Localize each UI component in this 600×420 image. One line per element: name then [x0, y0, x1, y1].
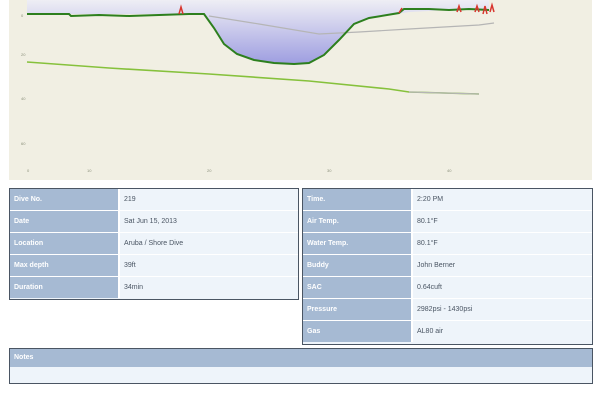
row-date: Date Sat Jun 15, 2013: [10, 211, 298, 233]
buddy-label: Buddy: [303, 255, 413, 276]
tank-pressure-line: [26, 61, 480, 95]
duration-label: Duration: [10, 277, 120, 298]
sac-value: 0.64cuft: [413, 277, 592, 298]
y-scale-40: 40: [21, 96, 26, 101]
x-scale-30: 30: [327, 168, 332, 173]
row-water-temp: Water Temp. 80.1°F: [303, 233, 592, 255]
time-label: Time.: [303, 189, 413, 210]
time-value: 2:20 PM: [413, 189, 592, 210]
water-temp-value: 80.1°F: [413, 233, 592, 254]
y-scale-0: 0: [21, 13, 24, 18]
dive-no-label: Dive No.: [10, 189, 120, 210]
notes-label: Notes: [10, 349, 592, 367]
location-value: Aruba / Shore Dive: [120, 233, 298, 254]
row-dive-no: Dive No. 219: [10, 189, 298, 211]
row-duration: Duration 34min: [10, 277, 298, 298]
air-temp-label: Air Temp.: [303, 211, 413, 232]
x-scale-40: 40: [447, 168, 452, 173]
row-gas: Gas AL80 air: [303, 321, 592, 342]
y-scale-60: 60: [21, 141, 26, 146]
dive-details-left: Dive No. 219 Date Sat Jun 15, 2013 Locat…: [9, 188, 299, 300]
date-value: Sat Jun 15, 2013: [120, 211, 298, 232]
x-scale-20: 20: [207, 168, 212, 173]
date-label: Date: [10, 211, 120, 232]
max-depth-label: Max depth: [10, 255, 120, 276]
row-sac: SAC 0.64cuft: [303, 277, 592, 299]
sac-label: SAC: [303, 277, 413, 298]
pressure-label: Pressure: [303, 299, 413, 320]
notes-panel: Notes: [9, 348, 593, 384]
pressure-value: 2982psi - 1430psi: [413, 299, 592, 320]
x-scale-0: 0: [27, 168, 30, 173]
y-scale-20: 20: [21, 52, 26, 57]
dive-details-right: Time. 2:20 PM Air Temp. 80.1°F Water Tem…: [302, 188, 593, 345]
duration-value: 34min: [120, 277, 298, 298]
max-depth-value: 39ft: [120, 255, 298, 276]
row-location: Location Aruba / Shore Dive: [10, 233, 298, 255]
row-buddy: Buddy John Berner: [303, 255, 592, 277]
buddy-value: John Berner: [413, 255, 592, 276]
dive-profile-svg: 0 20 40 60 0 10 20 30 40: [21, 0, 495, 173]
location-label: Location: [10, 233, 120, 254]
gas-value: AL80 air: [413, 321, 592, 342]
row-time: Time. 2:20 PM: [303, 189, 592, 211]
row-air-temp: Air Temp. 80.1°F: [303, 211, 592, 233]
notes-body: [10, 367, 592, 382]
row-max-depth: Max depth 39ft: [10, 255, 298, 277]
water-temp-label: Water Temp.: [303, 233, 413, 254]
dive-profile-chart: 0 20 40 60 0 10 20 30 40: [9, 0, 592, 180]
row-pressure: Pressure 2982psi - 1430psi: [303, 299, 592, 321]
dive-no-value: 219: [120, 189, 298, 210]
air-temp-value: 80.1°F: [413, 211, 592, 232]
x-scale-10: 10: [87, 168, 92, 173]
gas-label: Gas: [303, 321, 413, 342]
